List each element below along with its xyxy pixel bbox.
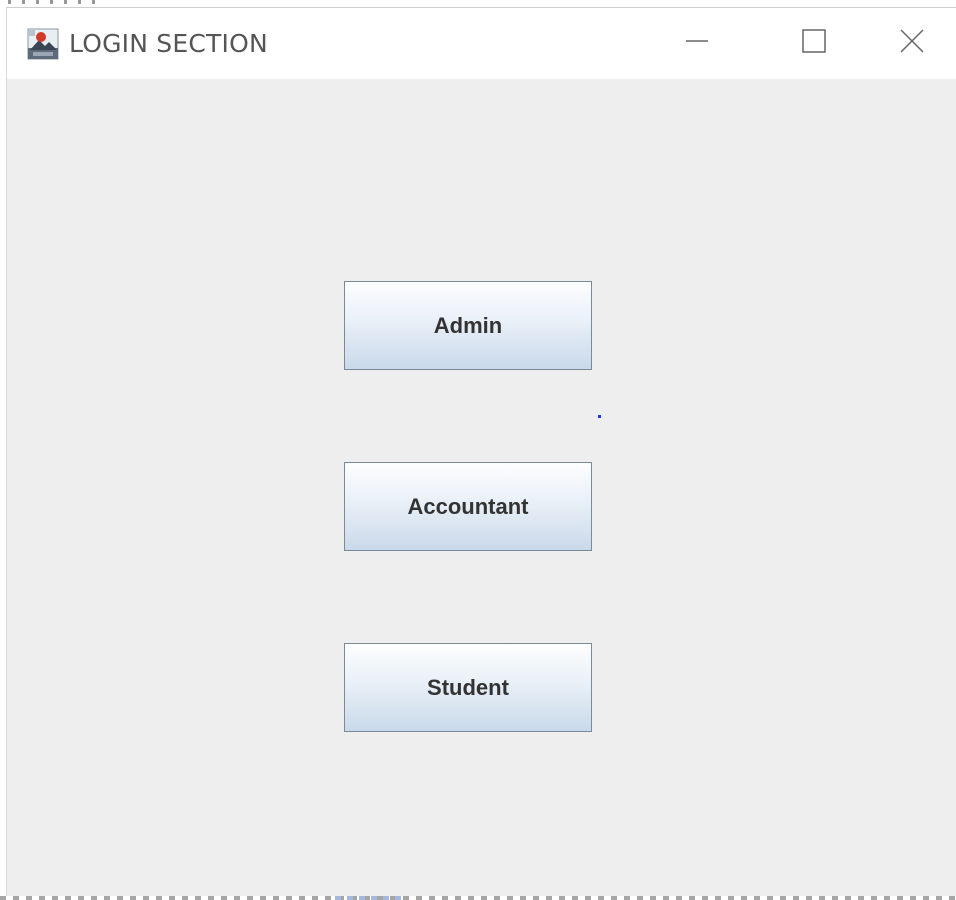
content-panel: Admin Accountant Student — [7, 79, 956, 896]
minimize-icon — [684, 28, 710, 59]
student-button[interactable]: Student — [344, 643, 592, 732]
stray-pixel — [598, 415, 601, 418]
accountant-button[interactable]: Accountant — [344, 462, 592, 551]
screen: LOGIN SECTION Admin Accountant Student — [0, 0, 956, 900]
background-text-fragment-bottom — [0, 896, 956, 900]
title-bar[interactable]: LOGIN SECTION — [7, 8, 956, 79]
admin-button[interactable]: Admin — [344, 281, 592, 370]
window-title: LOGIN SECTION — [69, 29, 268, 58]
background-link-fragment — [335, 896, 405, 900]
maximize-icon — [801, 28, 827, 59]
background-text-fragment — [8, 0, 98, 4]
close-icon — [899, 28, 925, 59]
java-app-icon[interactable] — [27, 28, 59, 60]
login-window: LOGIN SECTION Admin Accountant Student — [6, 8, 956, 896]
close-button[interactable] — [872, 8, 952, 79]
maximize-button[interactable] — [774, 8, 854, 79]
minimize-button[interactable] — [657, 8, 737, 79]
